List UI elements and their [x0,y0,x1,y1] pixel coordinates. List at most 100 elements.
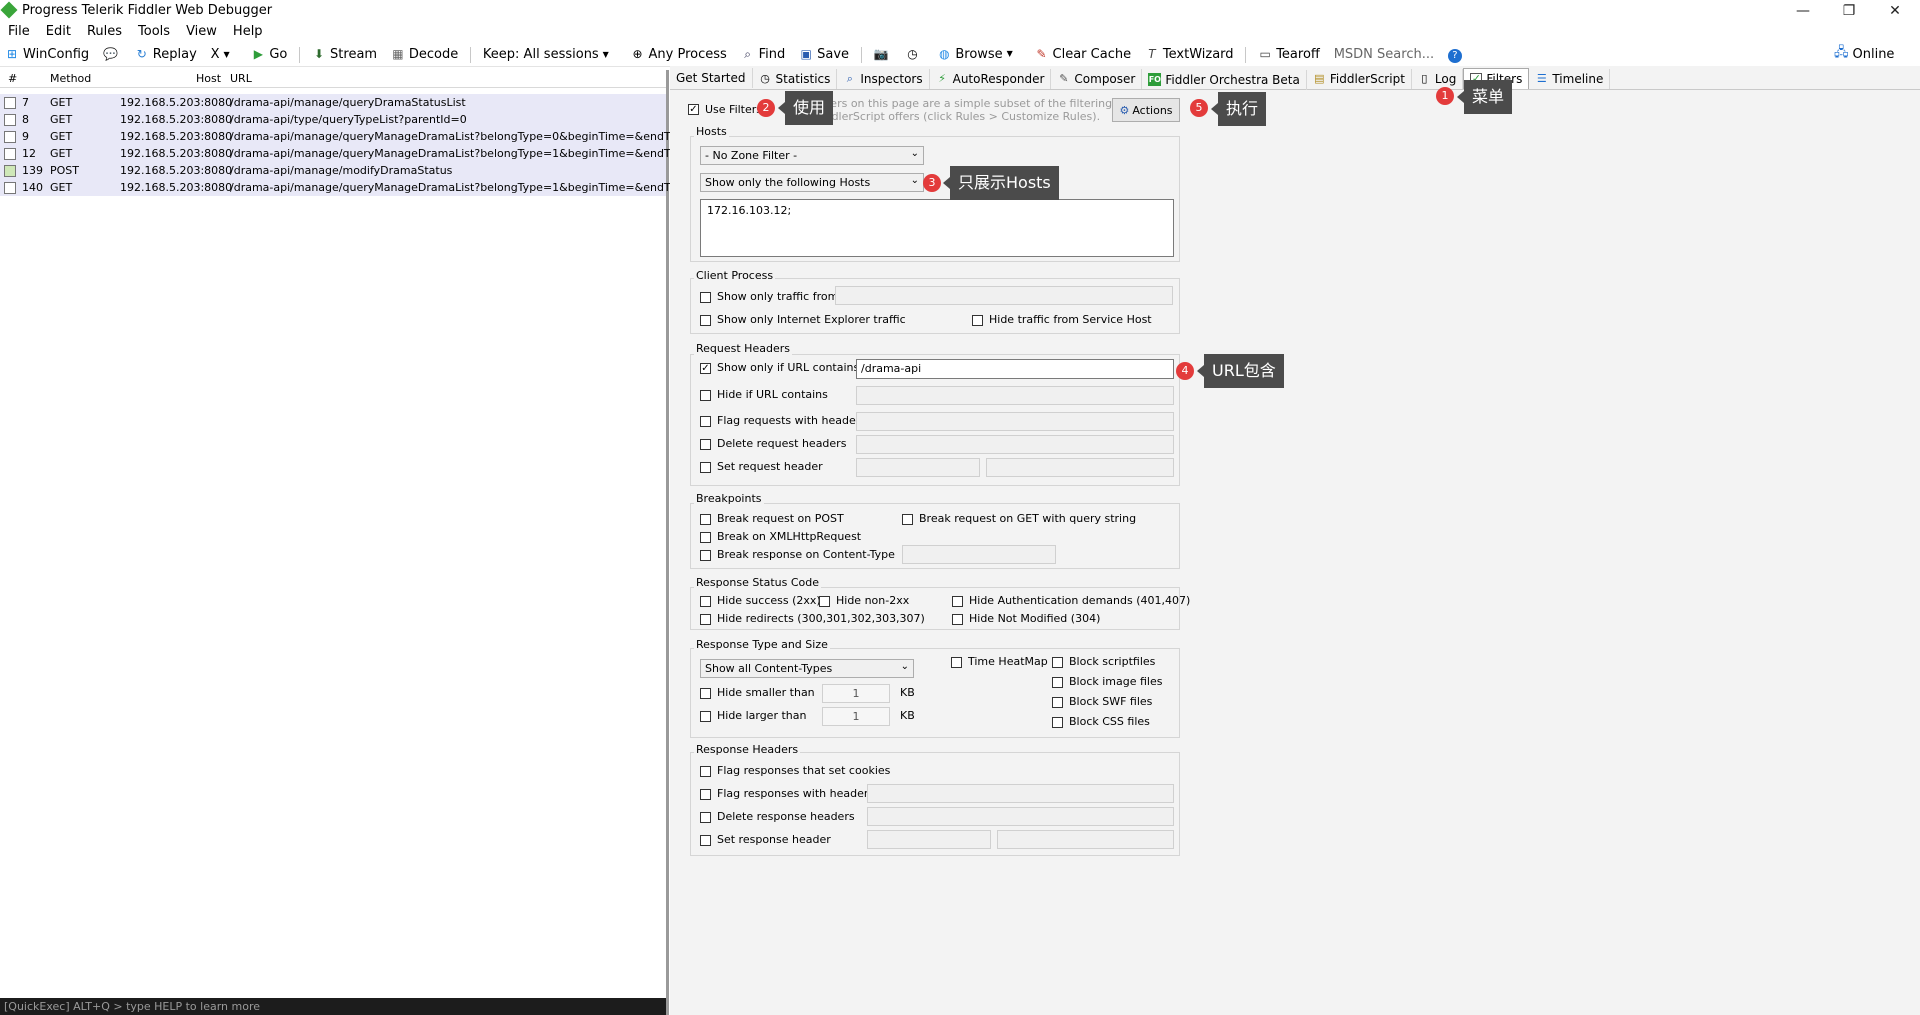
table-row[interactable]: 140 GET 192.168.5.203:8080 /drama-api/ma… [0,179,726,196]
host-filter-mode-select[interactable]: Show only the following Hosts ⌄ [700,173,924,192]
any-process-button[interactable]: ⊕ Any Process [626,42,732,66]
set-response-header-checkbox[interactable] [700,835,711,846]
winconfig-button[interactable]: ⊞ WinConfig [0,42,94,66]
hide-redirects-checkbox[interactable] [700,614,711,625]
set-request-header-value-input[interactable] [986,458,1174,477]
show-url-contains-checkbox[interactable]: ✓ [700,363,711,374]
block-image-checkbox[interactable] [1052,677,1063,688]
col-host[interactable]: Host [196,72,221,85]
break-get-qs-checkbox[interactable] [902,514,913,525]
break-post-label: Break request on POST [717,512,844,525]
flag-cookies-checkbox[interactable] [700,766,711,777]
set-response-header-name-input[interactable] [867,830,991,849]
hide-auth-checkbox[interactable] [952,596,963,607]
url-contains-input[interactable]: /drama-api [856,359,1174,379]
remove-button[interactable]: X ▼ [206,43,243,67]
tab-statistics[interactable]: ◷ Statistics [753,68,838,89]
minimize-icon[interactable]: — [1780,0,1826,22]
tab-inspectors[interactable]: ⌕ Inspectors [837,68,930,89]
decode-button[interactable]: ▦ Decode [386,42,463,66]
textwizard-button[interactable]: T TextWizard [1140,42,1239,66]
delete-request-headers-checkbox[interactable] [700,439,711,450]
break-content-type-input[interactable] [902,545,1056,564]
hide-2xx-checkbox[interactable] [700,596,711,607]
col-method[interactable]: Method [50,72,91,85]
close-icon[interactable]: ✕ [1872,0,1918,22]
hide-url-input[interactable] [856,386,1174,405]
keep-sessions-dropdown[interactable]: Keep: All sessions ▼ [478,43,622,67]
block-swf-checkbox[interactable] [1052,697,1063,708]
hide-smaller-stepper[interactable]: 1 [822,684,890,703]
break-post-checkbox[interactable] [700,514,711,525]
menu-edit[interactable]: Edit [38,22,79,39]
block-script-checkbox[interactable] [1052,657,1063,668]
table-row[interactable]: 139 POST 192.168.5.203:8080 /drama-api/m… [0,162,666,179]
time-heatmap-checkbox[interactable] [951,657,962,668]
tab-log[interactable]: ▯ Log [1412,68,1464,89]
delete-request-headers-input[interactable] [856,435,1174,454]
msdn-search-input[interactable]: MSDN Search... [1329,43,1439,67]
show-traffic-from-checkbox[interactable] [700,292,711,303]
flag-request-headers-checkbox[interactable] [700,416,711,427]
hide-304-checkbox[interactable] [952,614,963,625]
hosts-list-textarea[interactable]: 172.16.103.12; [700,199,1174,257]
col-num[interactable]: # [8,72,17,85]
tab-timeline[interactable]: ☰ Timeline [1529,68,1611,89]
flag-response-headers-input[interactable] [867,784,1174,803]
menu-file[interactable]: File [0,22,38,39]
flag-request-headers-input[interactable] [856,412,1174,431]
replay-button[interactable]: ↻ Replay [130,42,202,66]
set-response-header-value-input[interactable] [997,830,1174,849]
tab-fiddler-orchestra[interactable]: FO Fiddler Orchestra Beta [1142,69,1307,90]
hide-non-2xx-checkbox[interactable] [819,596,830,607]
table-row[interactable]: 9 GET 192.168.5.203:8080 /drama-api/mana… [0,128,726,145]
tearoff-button[interactable]: ▭ Tearoff [1253,42,1325,66]
browse-button[interactable]: ◍ Browse ▼ [932,42,1025,66]
tab-autoresponder[interactable]: ⚡ AutoResponder [930,68,1052,89]
table-row[interactable]: 12 GET 192.168.5.203:8080 /drama-api/man… [0,145,726,162]
zone-filter-select[interactable]: - No Zone Filter - ⌄ [700,146,924,165]
timer-button[interactable]: ◷ [901,42,929,66]
menu-view[interactable]: View [178,22,225,39]
hide-url-contains-checkbox[interactable] [700,390,711,401]
block-css-checkbox[interactable] [1052,717,1063,728]
use-filters-checkbox[interactable]: ✓ [688,104,699,115]
table-row[interactable]: 8 GET 192.168.5.203:8080 /drama-api/type… [0,111,666,128]
hide-larger-checkbox[interactable] [700,711,711,722]
restore-icon[interactable]: ❐ [1826,0,1872,22]
online-button[interactable]: 🖧 Online [1834,42,1894,66]
menu-rules[interactable]: Rules [79,22,130,39]
quickexec-input[interactable]: [QuickExec] ALT+Q > type HELP to learn m… [0,998,666,1015]
find-button[interactable]: ⌕ Find [736,42,791,66]
go-button[interactable]: ▶ Go [246,42,292,66]
stream-button[interactable]: ⬇ Stream [307,42,382,66]
tab-fiddlerscript[interactable]: ▤ FiddlerScript [1307,68,1412,89]
set-request-header-checkbox[interactable] [700,462,711,473]
session-list[interactable]: # Method Host URL 7 GET 192.168.5.203:80… [0,70,726,1015]
delete-response-headers-checkbox[interactable] [700,812,711,823]
col-url[interactable]: URL [230,72,252,85]
help-button[interactable]: ? [1443,44,1471,68]
tab-composer[interactable]: ✎ Composer [1051,68,1143,89]
save-button[interactable]: ▣ Save [794,42,854,66]
flag-response-headers-checkbox[interactable] [700,789,711,800]
delete-response-headers-input[interactable] [867,807,1174,826]
hide-smaller-checkbox[interactable] [700,688,711,699]
menu-bar: File Edit Rules Tools View Help [0,22,1920,42]
clear-cache-button[interactable]: ✎ Clear Cache [1030,42,1137,66]
set-request-header-name-input[interactable] [856,458,980,477]
show-ie-checkbox[interactable] [700,315,711,326]
process-select[interactable] [835,286,1173,305]
break-xhr-checkbox[interactable] [700,532,711,543]
hide-service-host-checkbox[interactable] [972,315,983,326]
menu-tools[interactable]: Tools [130,22,178,39]
content-types-select[interactable]: Show all Content-Types ⌄ [700,659,914,678]
hide-larger-stepper[interactable]: 1 [822,707,890,726]
menu-help[interactable]: Help [225,22,271,39]
actions-button[interactable]: ⚙ Actions [1112,98,1180,122]
break-content-type-checkbox[interactable] [700,550,711,561]
screenshot-button[interactable]: 📷 [869,42,897,66]
comment-button[interactable]: 💬 [98,42,126,66]
tab-get-started[interactable]: Get Started [670,68,753,88]
table-row[interactable]: 7 GET 192.168.5.203:8080 /drama-api/mana… [0,94,666,111]
